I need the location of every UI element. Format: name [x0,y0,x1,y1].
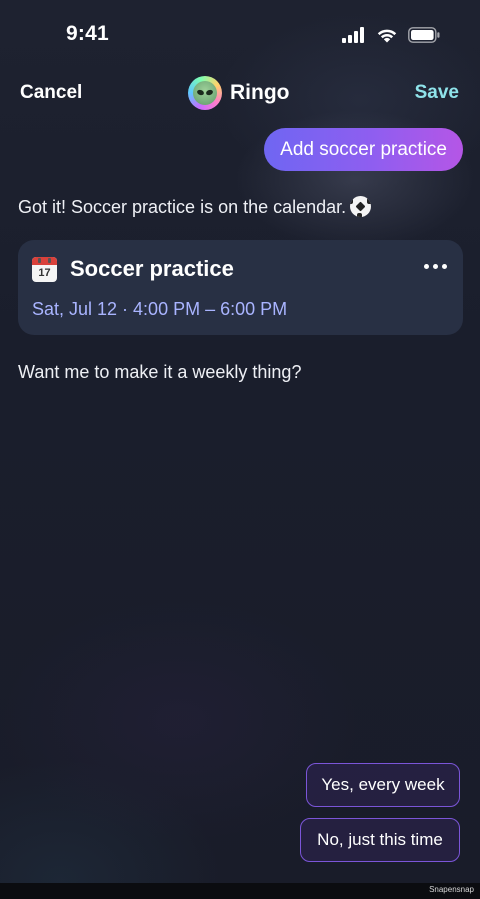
assistant-message: Want me to make it a weekly thing? [18,362,301,383]
alien-avatar-icon [188,76,222,110]
user-message-text: Add soccer practice [280,138,447,160]
event-card[interactable]: 17 Soccer practice Sat, Jul 12 · 4:00 PM… [18,240,463,335]
quick-reply-yes-button[interactable]: Yes, every week [306,763,460,807]
more-horizontal-icon[interactable] [424,260,447,273]
assistant-header: Ringo [188,76,289,110]
user-message-bubble: Add soccer practice [264,128,463,171]
cancel-button[interactable]: Cancel [20,82,82,104]
status-bar: 9:41 [0,0,480,70]
quick-reply-no-button[interactable]: No, just this time [300,818,460,862]
chat-screen: 9:41 Cancel Ringo Save Add soccer practi… [0,0,480,899]
save-button[interactable]: Save [415,82,459,104]
status-time: 9:41 [66,22,109,45]
assistant-message-text: Got it! Soccer practice is on the calend… [18,197,347,217]
wifi-icon [377,29,397,43]
soccer-ball-icon [350,196,372,217]
calendar-icon-day: 17 [38,267,51,279]
signal-icon [342,27,364,43]
event-title: Soccer practice [70,256,234,281]
nav-bar: Cancel Ringo Save [0,72,480,116]
event-time: Sat, Jul 12 · 4:00 PM – 6:00 PM [32,299,288,319]
battery-icon [408,27,440,43]
footer-strip: Snapensnap [0,883,480,899]
footer-credit: Snapensnap [429,885,474,894]
assistant-name: Ringo [230,81,290,104]
status-icons [342,27,440,43]
assistant-message: Got it! Soccer practice is on the calend… [18,196,372,218]
assistant-message-text: Want me to make it a weekly thing? [18,362,302,382]
calendar-icon: 17 [32,257,57,282]
